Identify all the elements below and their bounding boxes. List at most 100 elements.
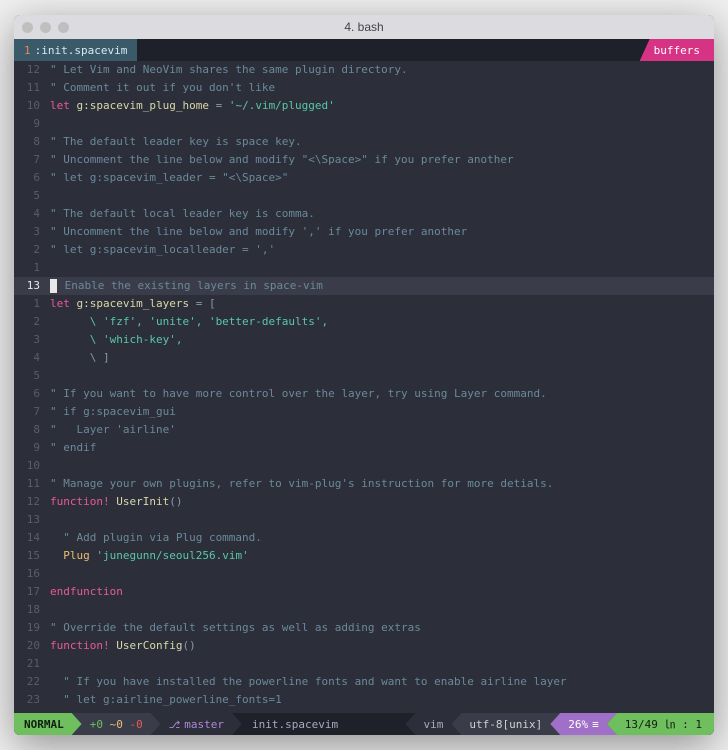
branch-icon [169,718,185,731]
line-number: 17 [14,583,50,601]
line-number: 1 [14,295,50,313]
line-number: 12 [14,61,50,79]
filename-segment: init.spacevim [232,713,406,735]
line-number: 1 [14,259,50,277]
close-icon[interactable] [22,22,33,33]
editor-line[interactable]: 12" Let Vim and NeoVim shares the same p… [14,61,714,79]
editor-line[interactable]: 3 \ 'which-key', [14,331,714,349]
line-code [50,367,714,385]
line-code [50,187,714,205]
editor-line[interactable]: 13 Enable the existing layers in space-v… [14,277,714,295]
line-number: 3 [14,223,50,241]
line-code: " Manage your own plugins, refer to vim-… [50,475,714,493]
editor-line[interactable]: 1let g:spacevim_layers = [ [14,295,714,313]
editor-line[interactable]: 7" Uncomment the line below and modify "… [14,151,714,169]
line-number: 13 [14,277,50,295]
line-number: 14 [14,529,50,547]
line-code [50,565,714,583]
line-code [50,115,714,133]
position-segment: 13/49 ㏑ : 1 [607,713,714,735]
line-number: 8 [14,133,50,151]
line-number: 5 [14,367,50,385]
editor-line[interactable]: 9 [14,115,714,133]
editor-line[interactable]: 23 " let g:airline_powerline_fonts=1 [14,691,714,709]
editor-line[interactable]: 6" If you want to have more control over… [14,385,714,403]
line-number: 12 [14,493,50,511]
titlebar[interactable]: 4. bash [14,15,714,39]
statusline: NORMAL +0 ~0 -0 master init.spacevim vim… [14,713,714,735]
editor-line[interactable]: 10let g:spacevim_plug_home = '~/.vim/plu… [14,97,714,115]
editor-line[interactable]: 22 " If you have installed the powerline… [14,673,714,691]
editor-line[interactable]: 17endfunction [14,583,714,601]
editor-line[interactable]: 2" let g:spacevim_localleader = ',' [14,241,714,259]
editor-line[interactable]: 14 " Add plugin via Plug command. [14,529,714,547]
editor-area[interactable]: 12" Let Vim and NeoVim shares the same p… [14,61,714,713]
line-code: " let g:airline_powerline_fonts=1 [50,691,714,709]
line-code [50,655,714,673]
line-code: " Uncomment the line below and modify "<… [50,151,714,169]
editor-line[interactable]: 15 Plug 'junegunn/seoul256.vim' [14,547,714,565]
line-number: 9 [14,439,50,457]
line-code: " let g:spacevim_localleader = ',' [50,241,714,259]
line-code: " The default leader key is space key. [50,133,714,151]
editor-line[interactable]: 5 [14,187,714,205]
line-number: 10 [14,97,50,115]
editor-line[interactable]: 6" let g:spacevim_leader = "<\Space>" [14,169,714,187]
line-code: let g:spacevim_plug_home = '~/.vim/plugg… [50,97,714,115]
line-code: " endif [50,439,714,457]
line-number: 6 [14,169,50,187]
editor-line[interactable]: 9" endif [14,439,714,457]
editor-line[interactable]: 18 [14,601,714,619]
buffer-tab-active[interactable]: 1:init.spacevim [14,39,137,61]
editor-line[interactable]: 11" Manage your own plugins, refer to vi… [14,475,714,493]
editor-line[interactable]: 10 [14,457,714,475]
tabline-right-label: buffers [640,39,714,61]
editor-line[interactable]: 8" Layer 'airline' [14,421,714,439]
editor-line[interactable]: 13 [14,511,714,529]
line-number: 10 [14,457,50,475]
line-number: 6 [14,385,50,403]
line-number: 2 [14,241,50,259]
line-number: 21 [14,655,50,673]
editor-line[interactable]: 7" if g:spacevim_gui [14,403,714,421]
line-number: 20 [14,637,50,655]
editor-line[interactable]: 3" Uncomment the line below and modify '… [14,223,714,241]
line-number: 8 [14,421,50,439]
git-branch-segment: master [151,713,242,735]
line-number: 11 [14,79,50,97]
line-number: 13 [14,511,50,529]
line-code [50,457,714,475]
editor-line[interactable]: 1 [14,259,714,277]
line-code: " If you want to have more control over … [50,385,714,403]
line-number: 2 [14,313,50,331]
line-number: 22 [14,673,50,691]
line-code [50,259,714,277]
editor-line[interactable]: 4 \ ] [14,349,714,367]
line-code [50,511,714,529]
editor-line[interactable]: 2 \ 'fzf', 'unite', 'better-defaults', [14,313,714,331]
line-number: 7 [14,151,50,169]
line-code: Plug 'junegunn/seoul256.vim' [50,547,714,565]
editor-line[interactable]: 19" Override the default settings as wel… [14,619,714,637]
line-number: 5 [14,187,50,205]
editor-line[interactable]: 5 [14,367,714,385]
line-code: " The default local leader key is comma. [50,205,714,223]
minimize-icon[interactable] [40,22,51,33]
line-code: " if g:spacevim_gui [50,403,714,421]
line-code: " let g:spacevim_leader = "<\Space>" [50,169,714,187]
editor-line[interactable]: 16 [14,565,714,583]
editor-line[interactable]: 4" The default local leader key is comma… [14,205,714,223]
line-code: \ 'fzf', 'unite', 'better-defaults', [50,313,714,331]
line-code: " Comment it out if you don't like [50,79,714,97]
line-code: \ 'which-key', [50,331,714,349]
line-number: 4 [14,349,50,367]
line-code: " Uncomment the line below and modify ',… [50,223,714,241]
zoom-icon[interactable] [58,22,69,33]
editor-line[interactable]: 11" Comment it out if you don't like [14,79,714,97]
line-code [50,601,714,619]
editor-line[interactable]: 8" The default leader key is space key. [14,133,714,151]
line-number: 16 [14,565,50,583]
editor-line[interactable]: 21 [14,655,714,673]
editor-line[interactable]: 12function! UserInit() [14,493,714,511]
editor-line[interactable]: 20function! UserConfig() [14,637,714,655]
